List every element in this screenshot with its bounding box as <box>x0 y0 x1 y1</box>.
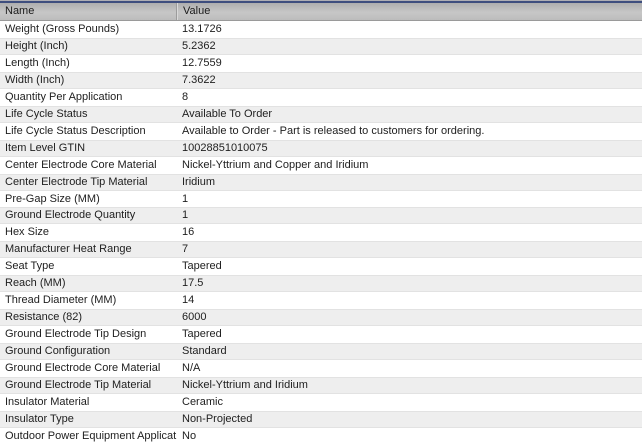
attribute-name: Item Level GTIN <box>5 141 86 154</box>
table-row[interactable]: Life Cycle Status Description Available … <box>0 122 642 140</box>
attribute-name: Ground Electrode Tip Design <box>5 328 147 341</box>
attribute-name: Width (Inch) <box>5 73 65 86</box>
attribute-name: Thread Diameter (MM) <box>5 294 117 307</box>
attribute-value: 12.7559 <box>182 56 222 69</box>
attribute-name: Ground Electrode Quantity <box>5 209 136 222</box>
attribute-value: 7 <box>182 243 189 256</box>
attribute-value: Tapered <box>182 260 222 273</box>
column-header-name[interactable]: Name <box>0 3 176 20</box>
attribute-value: 17.5 <box>182 277 204 290</box>
attribute-name: Center Electrode Core Material <box>5 158 157 171</box>
attribute-value: 6000 <box>182 311 207 324</box>
attribute-name: Seat Type <box>5 260 55 273</box>
attribute-name: Length (Inch) <box>5 56 70 69</box>
table-row[interactable]: Height (Inch) 5.2362 <box>0 37 642 55</box>
table-row[interactable]: Insulator Type Non-Projected <box>0 410 642 428</box>
table-row[interactable]: Ground Electrode Tip Design Tapered <box>0 326 642 344</box>
table-row[interactable]: Length (Inch) 12.7559 <box>0 54 642 72</box>
table-row[interactable]: Seat Type Tapered <box>0 258 642 276</box>
attribute-value: N/A <box>182 362 201 375</box>
attribute-value: 5.2362 <box>182 39 216 52</box>
attribute-value: Available to Order - Part is released to… <box>182 124 485 137</box>
table-row[interactable]: Life Cycle Status Available To Order <box>0 105 642 123</box>
table-row[interactable]: Hex Size 16 <box>0 224 642 242</box>
table-row[interactable]: Width (Inch) 7.3622 <box>0 71 642 89</box>
attribute-name: Insulator Type <box>5 412 74 425</box>
attribute-name: Resistance (82) <box>5 311 83 324</box>
table-row[interactable]: Ground Electrode Tip Material Nickel-Ytt… <box>0 377 642 394</box>
table-row[interactable]: Ground Electrode Core Material N/A <box>0 360 642 378</box>
attribute-name: Pre-Gap Size (MM) <box>5 192 100 205</box>
attribute-name: Life Cycle Status <box>5 107 88 120</box>
attribute-value: Nickel-Yttrium and Iridium <box>182 379 308 392</box>
table-header: Name Value <box>0 3 642 21</box>
table-row[interactable]: Manufacturer Heat Range 7 <box>0 241 642 259</box>
attribute-value: 10028851010075 <box>182 141 268 154</box>
attribute-value: Standard <box>182 345 227 358</box>
attribute-name: Center Electrode Tip Material <box>5 175 148 188</box>
column-header-value[interactable]: Value <box>177 3 642 20</box>
table-row[interactable]: Outdoor Power Equipment Application No <box>0 427 642 445</box>
table-row[interactable]: Insulator Material Ceramic <box>0 393 642 411</box>
attribute-value: Tapered <box>182 328 222 341</box>
table-row[interactable]: Center Electrode Core Material Nickel-Yt… <box>0 156 642 174</box>
table-row[interactable]: Pre-Gap Size (MM) 1 <box>0 190 642 208</box>
attribute-name: Hex Size <box>5 226 50 239</box>
table-row[interactable]: Center Electrode Tip Material Iridium <box>0 173 642 191</box>
attribute-value: Iridium <box>182 175 216 188</box>
attribute-name: Ground Configuration <box>5 345 111 358</box>
attribute-value: Nickel-Yttrium and Copper and Iridium <box>182 158 369 171</box>
attribute-value: 16 <box>182 226 195 239</box>
attribute-name: Ground Electrode Core Material <box>5 362 161 375</box>
table-row[interactable]: Item Level GTIN 10028851010075 <box>0 139 642 157</box>
attribute-name: Manufacturer Heat Range <box>5 243 132 256</box>
table-row[interactable]: Quantity Per Application 8 <box>0 88 642 106</box>
attribute-name: Reach (MM) <box>5 277 66 290</box>
attribute-name: Life Cycle Status Description <box>5 124 146 137</box>
attribute-value: 8 <box>182 90 189 103</box>
attribute-name: Height (Inch) <box>5 39 68 52</box>
attribute-value: 1 <box>182 192 189 205</box>
attribute-name: Ground Electrode Tip Material <box>5 379 152 392</box>
attribute-value: Ceramic <box>182 395 223 408</box>
table-row[interactable]: Ground Configuration Standard <box>0 343 642 361</box>
attribute-value: 7.3622 <box>182 73 216 86</box>
attribute-value: Non-Projected <box>182 412 253 425</box>
attribute-name: Quantity Per Application <box>5 90 123 103</box>
attribute-value: 13.1726 <box>182 23 222 35</box>
table-row[interactable]: Ground Electrode Quantity 1 <box>0 207 642 225</box>
attribute-value: 1 <box>182 209 189 222</box>
attribute-name: Outdoor Power Equipment Application <box>5 429 177 442</box>
table-row[interactable]: Weight (Gross Pounds) 13.1726 <box>0 21 642 38</box>
attribute-value: Available To Order <box>182 107 273 120</box>
table-row[interactable]: Thread Diameter (MM) 14 <box>0 292 642 310</box>
part-specifications-table: Name Value Weight (Gross Pounds) 13.1726… <box>0 0 642 445</box>
attribute-name: Weight (Gross Pounds) <box>5 23 120 35</box>
attribute-value: No <box>182 429 197 442</box>
attribute-name: Insulator Material <box>5 395 90 408</box>
attribute-value: 14 <box>182 294 195 307</box>
table-body: Weight (Gross Pounds) 13.1726 Height (In… <box>0 21 642 445</box>
table-row[interactable]: Reach (MM) 17.5 <box>0 275 642 293</box>
table-row[interactable]: Resistance (82) 6000 <box>0 309 642 327</box>
